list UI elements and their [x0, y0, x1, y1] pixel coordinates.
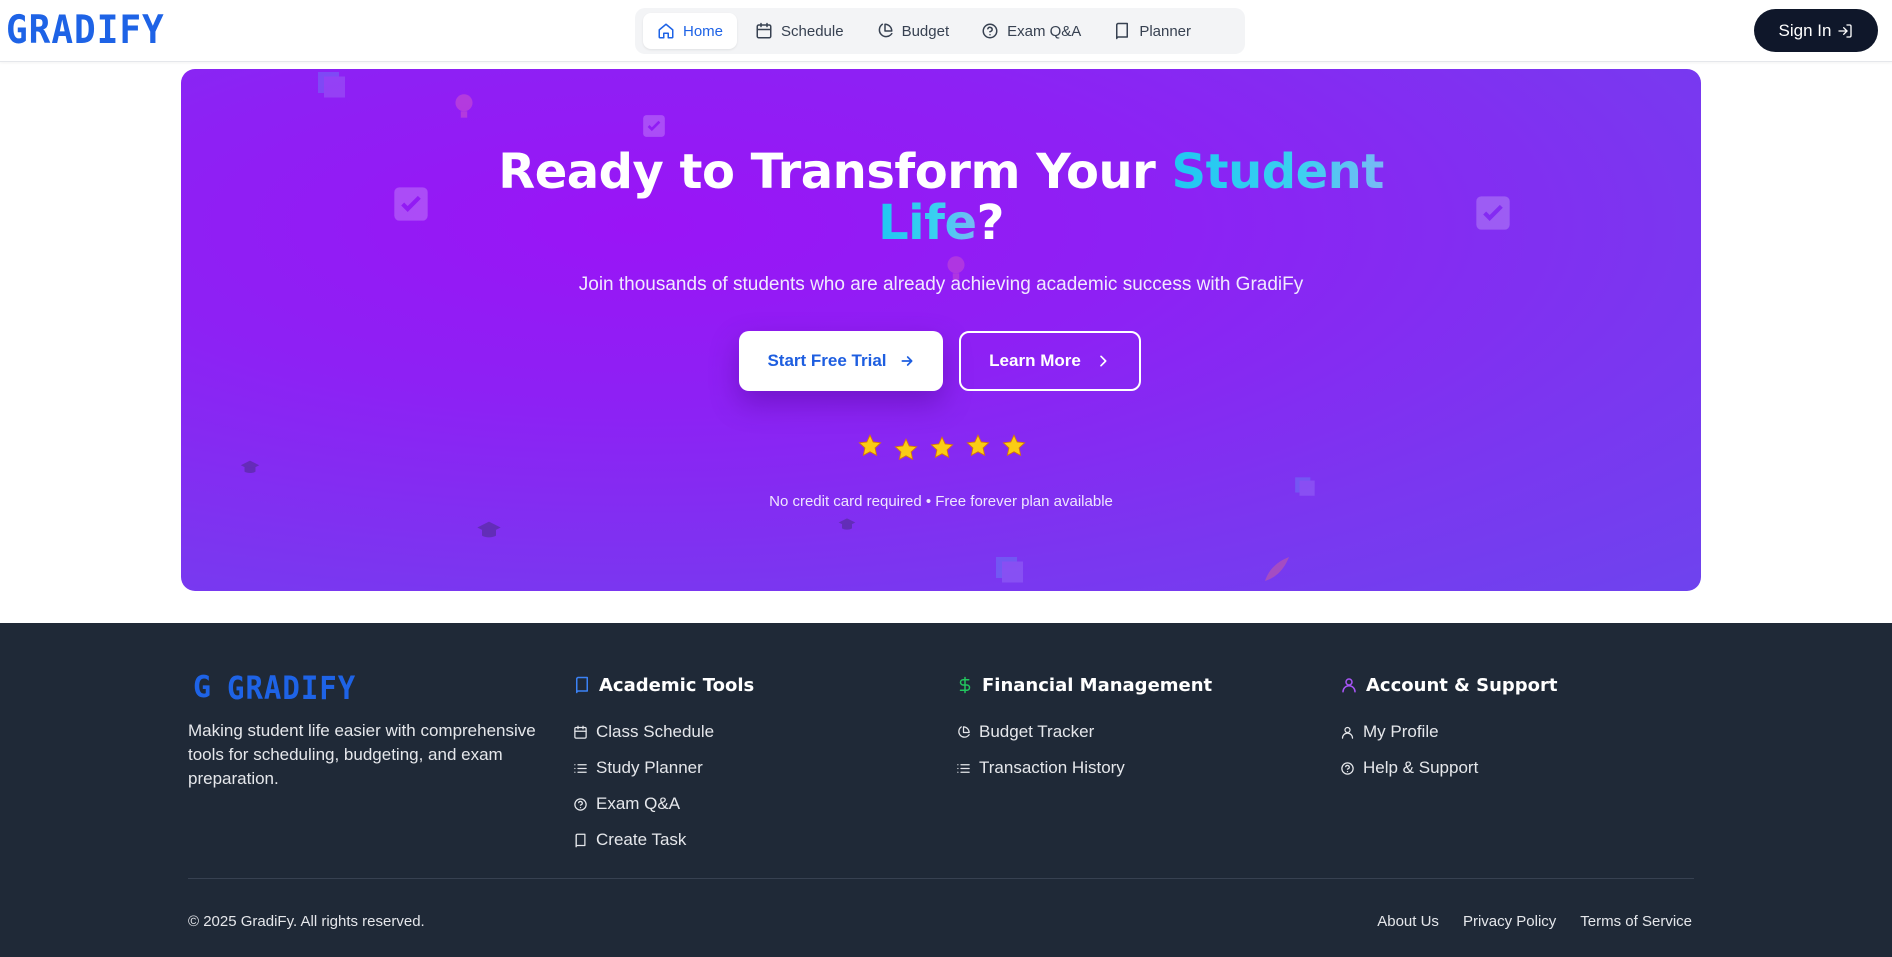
footer-col-financial-management: Financial Management Budget Tracker Tran… — [956, 672, 1212, 786]
financial-management-title: Financial Management — [982, 674, 1213, 696]
tab-budget[interactable]: Budget — [862, 13, 964, 49]
user-icon — [1342, 678, 1356, 693]
account-support-title: Account & Support — [1366, 674, 1558, 696]
footer-link-budget-tracker[interactable]: Budget Tracker — [956, 714, 1212, 750]
rocket-icon — [1265, 557, 1289, 581]
footer-description: Making student life easier with comprehe… — [188, 721, 536, 788]
home-icon — [658, 23, 674, 39]
book-icon — [576, 676, 588, 694]
footer-links: Class Schedule Study Planner Exam Q&A Cr… — [573, 714, 754, 858]
tab-schedule[interactable]: Schedule — [741, 13, 858, 49]
tab-schedule-label: Schedule — [781, 22, 844, 40]
tab-exam-qa[interactable]: Exam Q&A — [967, 13, 1095, 49]
hero-title-accent-life: Life — [878, 195, 977, 251]
calendar-icon — [756, 22, 772, 39]
learn-more-label: Learn More — [989, 351, 1081, 370]
tab-planner-label: Planner — [1139, 22, 1192, 40]
chevron-right-icon — [1099, 355, 1107, 367]
log-in-icon — [1838, 23, 1853, 38]
arrow-right-icon — [901, 356, 913, 366]
sign-in-label: Sign In — [1778, 20, 1832, 40]
help-circle-icon — [1341, 761, 1354, 775]
footer-logo-text: GRADIFY — [227, 669, 357, 707]
footer-links: Budget Tracker Transaction History — [956, 714, 1212, 786]
hero-subtitle: Join thousands of students who are alrea… — [578, 274, 1304, 295]
book-icon — [575, 833, 586, 847]
footer-link-label: Create Task — [596, 830, 687, 849]
footer-link-exam-qa[interactable]: Exam Q&A — [573, 786, 754, 822]
tab-planner[interactable]: Planner — [1099, 13, 1205, 49]
dollar-icon — [959, 676, 971, 694]
footer-link-label: My Profile — [1363, 722, 1439, 741]
tab-exam-qa-label: Exam Q&A — [1007, 22, 1082, 40]
footer-links: My Profile Help & Support — [1340, 714, 1558, 786]
star-icon — [1002, 434, 1026, 457]
list-icon — [957, 763, 970, 773]
books-icon — [318, 72, 345, 98]
graduation-cap-icon — [240, 460, 260, 474]
footer-link-label: Class Schedule — [596, 722, 715, 741]
terms-of-service-link[interactable]: Terms of Service — [1580, 913, 1692, 930]
list-icon — [574, 763, 587, 773]
footer-bottom-links: About Us Privacy Policy Terms of Service — [1377, 913, 1692, 930]
tab-budget-label: Budget — [901, 22, 950, 40]
lightbulb-icon — [455, 94, 473, 118]
hero-note: No credit card required • Free forever p… — [769, 493, 1113, 510]
star-icon — [858, 434, 882, 457]
hero-title-text: Ready to Transform Your — [498, 144, 1172, 200]
academic-tools-title: Academic Tools — [599, 674, 755, 696]
footer-link-my-profile[interactable]: My Profile — [1340, 714, 1558, 750]
footer-link-help-support[interactable]: Help & Support — [1340, 750, 1558, 786]
about-us-link[interactable]: About Us — [1377, 913, 1439, 930]
footer-link-create-task[interactable]: Create Task — [573, 822, 754, 858]
footer-col-title: Financial Management — [956, 672, 1212, 698]
pie-chart-icon — [958, 725, 970, 738]
brand-logo[interactable]: GRADIFY — [6, 8, 165, 53]
help-circle-icon — [982, 23, 998, 39]
footer-link-label: Exam Q&A — [596, 794, 681, 813]
tab-home-label: Home — [683, 22, 724, 40]
star-icon — [966, 434, 990, 457]
user-icon — [1341, 726, 1354, 739]
book-icon — [1116, 22, 1129, 40]
graduation-cap-icon — [477, 521, 501, 538]
learn-more-button[interactable]: Learn More — [959, 331, 1141, 391]
books-icon — [996, 557, 1023, 583]
help-circle-icon — [574, 797, 587, 811]
rating-stars — [857, 433, 1037, 467]
hero-title: Ready to Transform Your Student Life? — [181, 147, 1701, 249]
calendar-icon — [574, 725, 587, 739]
site-footer: G GRADIFY Making student life easier wit… — [0, 623, 1892, 957]
top-navbar: GRADIFY Home Schedule Budget Exam Q&A Pl… — [0, 0, 1892, 62]
star-icon — [894, 438, 918, 461]
main-nav: Home Schedule Budget Exam Q&A Planner — [635, 8, 1245, 54]
footer-logo[interactable]: G GRADIFY — [193, 669, 357, 707]
footer-link-label: Transaction History — [979, 758, 1125, 777]
start-free-trial-label: Start Free Trial — [767, 351, 887, 370]
footer-link-transaction-history[interactable]: Transaction History — [956, 750, 1212, 786]
footer-col-title: Account & Support — [1340, 672, 1558, 698]
footer-link-label: Budget Tracker — [979, 722, 1095, 741]
footer-divider — [188, 878, 1694, 879]
footer-link-label: Study Planner — [596, 758, 703, 777]
footer-link-study-planner[interactable]: Study Planner — [573, 750, 754, 786]
tab-home[interactable]: Home — [643, 13, 738, 49]
sign-in-button[interactable]: Sign In — [1754, 9, 1878, 52]
hero-title-accent-student: Student — [1171, 144, 1385, 200]
footer-col-account-support: Account & Support My Profile Help & Supp… — [1340, 672, 1558, 786]
cta-hero-banner: Ready to Transform Your Student Life? Jo… — [181, 69, 1701, 591]
start-free-trial-button[interactable]: Start Free Trial — [739, 331, 943, 391]
checkbox-icon — [643, 115, 665, 137]
hero-title-end: ? — [976, 195, 1005, 251]
footer-copyright: © 2025 GradiFy. All rights reserved. — [188, 913, 425, 930]
privacy-policy-link[interactable]: Privacy Policy — [1463, 913, 1556, 930]
footer-link-label: Help & Support — [1363, 758, 1479, 777]
graduation-cap-icon — [838, 518, 856, 530]
footer-col-academic-tools: Academic Tools Class Schedule Study Plan… — [573, 672, 754, 858]
star-icon — [930, 436, 954, 459]
footer-link-class-schedule[interactable]: Class Schedule — [573, 714, 754, 750]
pie-chart-icon — [878, 23, 893, 38]
footer-logo-mark: G — [193, 670, 212, 705]
footer-col-title: Academic Tools — [573, 672, 754, 698]
